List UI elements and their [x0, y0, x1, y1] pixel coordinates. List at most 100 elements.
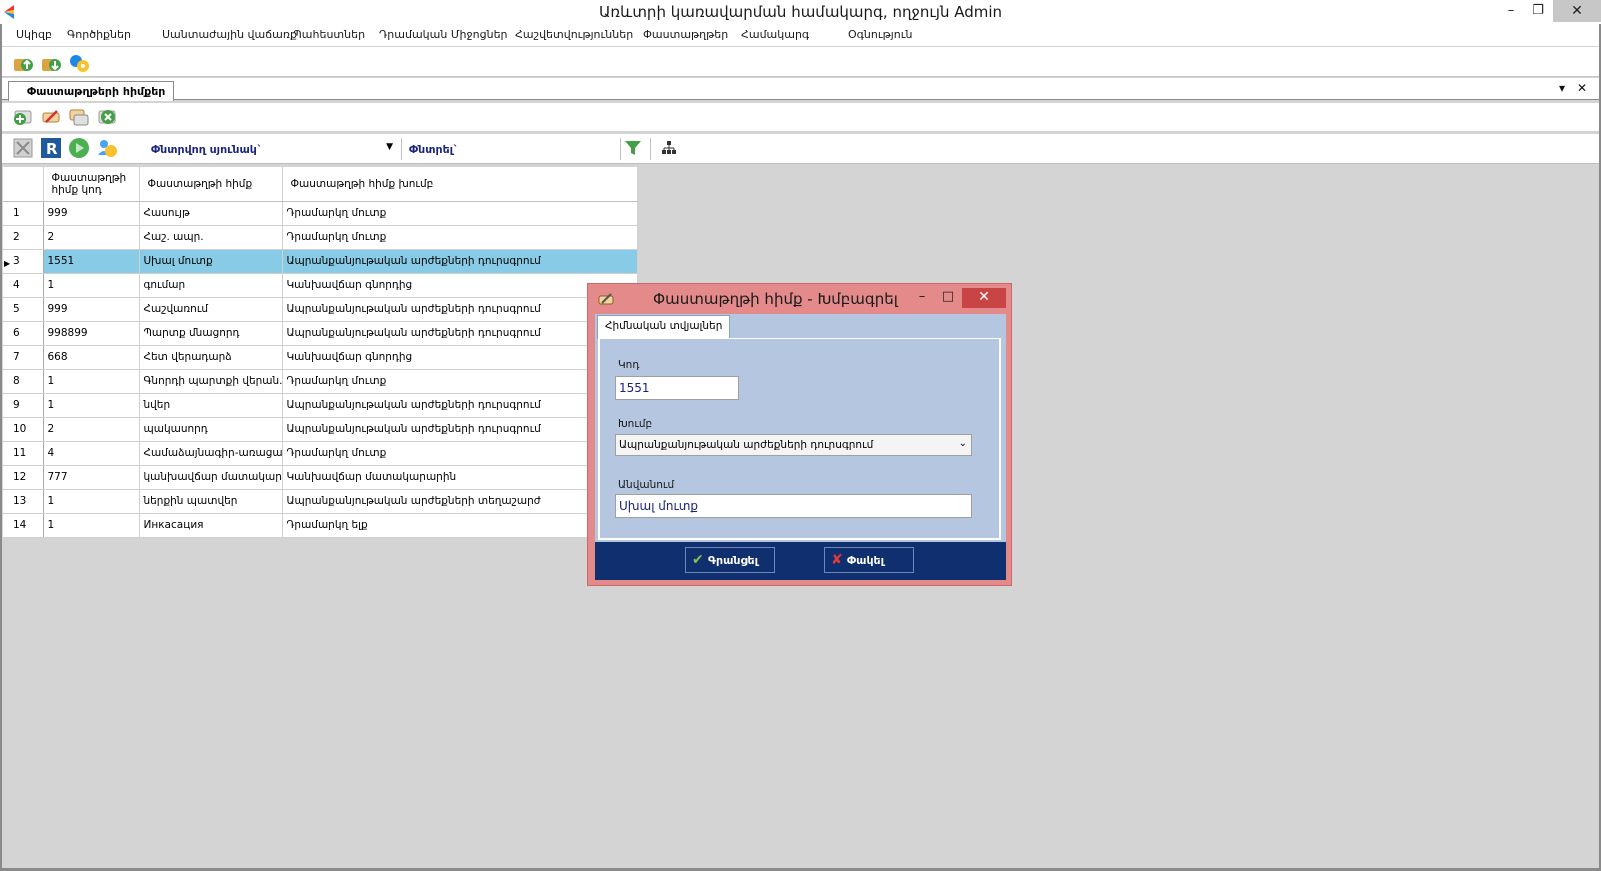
table-row[interactable]: 2 2 Հաշ. ապր. Դրամարկղ մուտք — [3, 225, 638, 250]
code-cell[interactable]: 1 — [43, 513, 140, 538]
menu-documents[interactable]: Փաստաթղթեր — [643, 28, 728, 41]
table-row[interactable]: 11 4 Համաձայնագիր-առացա... Դրամարկղ մուտք — [3, 441, 638, 466]
code-cell[interactable]: 999 — [43, 201, 140, 226]
row-number-cell[interactable]: 11 — [3, 441, 44, 466]
name-cell[interactable]: պակասորդ — [139, 417, 283, 442]
row-number-cell[interactable]: 9 — [3, 393, 44, 418]
name-cell[interactable]: Հետ վերադարձ — [139, 345, 283, 370]
column-header-group[interactable]: Փաստաթղթի հիմք խումբ — [282, 167, 638, 202]
group-cell[interactable]: Ապրանքանյութական արժեքների դուրսգրում — [282, 321, 638, 346]
menu-cash[interactable]: Դրամական Միջոցներ — [379, 28, 508, 41]
export-excel-icon[interactable] — [12, 137, 34, 159]
report-icon[interactable]: R — [40, 137, 62, 159]
code-cell[interactable]: 1 — [43, 393, 140, 418]
table-row[interactable]: 8 1 Գնորդի պարտքի վերան... Դրամարկղ մուտք — [3, 369, 638, 394]
name-cell[interactable]: ներքին պատվեր — [139, 489, 283, 514]
menu-reports[interactable]: Հաշվետվություններ — [515, 28, 633, 41]
row-number-cell[interactable]: 13 — [3, 489, 44, 514]
name-cell[interactable]: գումար — [139, 273, 283, 298]
table-row[interactable]: 14 1 Инкасация Դրամարկղ ելք — [3, 513, 638, 538]
restore-button[interactable]: ❐ — [1523, 0, 1553, 22]
name-cell[interactable]: Համաձայնագիր-առացա... — [139, 441, 283, 466]
dialog-close-button[interactable]: ✕ — [962, 288, 1006, 308]
copy-icon[interactable] — [68, 106, 90, 128]
group-cell[interactable]: Ապրանքանյութական արժեքների դուրսգրում — [282, 393, 638, 418]
code-cell[interactable]: 668 — [43, 345, 140, 370]
name-cell[interactable]: նվեր — [139, 393, 283, 418]
group-cell[interactable]: Ապրանքանյութական արժեքների դուրսգրում — [282, 417, 638, 442]
table-row[interactable]: 1 999 Հասույթ Դրամարկղ մուտք — [3, 201, 638, 226]
tab-document-bases[interactable]: Փաստաթղթերի հիմքեր — [8, 81, 174, 101]
group-cell[interactable]: Ապրանքանյութական արժեքների տեղաշարժ — [282, 489, 638, 514]
table-row[interactable]: 6 998899 Պարտք մնացորդ Ապրանքանյութական արժ… — [3, 321, 638, 346]
table-row[interactable]: 9 1 նվեր Ապրանքանյութական արժեքների դուրսգր… — [3, 393, 638, 418]
row-number-cell[interactable]: ▶ 3 — [3, 249, 44, 274]
users-icon[interactable] — [96, 137, 118, 159]
name-cell[interactable]: Գնորդի պարտքի վերան... — [139, 369, 283, 394]
group-cell[interactable]: Ապրանքանյութական արժեքների դուրսգրում — [282, 297, 638, 322]
table-row[interactable]: 13 1 ներքին պատվեր Ապրանքանյութական արժեքնե… — [3, 489, 638, 514]
filter-icon[interactable] — [624, 139, 642, 157]
row-number-cell[interactable]: 10 — [3, 417, 44, 442]
menu-sales[interactable]: Սանտաժային վաճառք — [162, 28, 297, 41]
row-number-cell[interactable]: 1 — [3, 201, 44, 226]
row-number-cell[interactable]: 14 — [3, 513, 44, 538]
menu-start[interactable]: Սկիզբ — [16, 28, 52, 41]
name-cell[interactable]: Հաշվառում — [139, 297, 283, 322]
settings-icon[interactable] — [68, 51, 90, 73]
code-cell[interactable]: 1 — [43, 489, 140, 514]
group-cell[interactable]: Ապրանքանյութական արժեքների դուրսգրում — [282, 249, 638, 274]
refresh-icon[interactable] — [68, 137, 90, 159]
name-cell[interactable]: կանխավճար մատակար... — [139, 465, 283, 490]
download-icon[interactable] — [40, 51, 62, 73]
group-cell[interactable]: Կանխավճար գնորդից — [282, 273, 638, 298]
table-row[interactable]: 4 1 գումար Կանխավճար գնորդից — [3, 273, 638, 298]
row-number-cell[interactable]: 2 — [3, 225, 44, 250]
name-cell[interactable]: Инкасация — [139, 513, 283, 538]
search-input[interactable] — [463, 139, 615, 159]
code-cell[interactable]: 1 — [43, 273, 140, 298]
cancel-button[interactable]: ✘ Փակել — [824, 547, 914, 573]
menu-tools[interactable]: Գործիքներ — [67, 28, 131, 41]
name-cell[interactable]: Հաշ. ապր. — [139, 225, 283, 250]
dialog-maximize-button[interactable]: □ — [935, 288, 961, 308]
row-number-cell[interactable]: 4 — [3, 273, 44, 298]
group-cell[interactable]: Դրամարկղ մուտք — [282, 225, 638, 250]
code-cell[interactable]: 998899 — [43, 321, 140, 346]
code-cell[interactable]: 2 — [43, 225, 140, 250]
table-row[interactable]: ▶ 3 1551 Սխալ մուտք Ապրանքանյութական արժեքնե… — [3, 249, 638, 274]
edit-icon[interactable] — [40, 106, 62, 128]
group-cell[interactable]: Դրամարկղ մուտք — [282, 201, 638, 226]
row-number-cell[interactable]: 5 — [3, 297, 44, 322]
code-cell[interactable]: 999 — [43, 297, 140, 322]
group-cell[interactable]: Դրամարկղ մուտք — [282, 441, 638, 466]
group-cell[interactable]: Դրամարկղ ելք — [282, 513, 638, 538]
code-cell[interactable]: 1551 — [43, 249, 140, 274]
menu-help[interactable]: Օգնություն — [848, 28, 912, 41]
save-button[interactable]: ✔ Գրանցել — [685, 547, 775, 573]
row-number-cell[interactable]: 8 — [3, 369, 44, 394]
name-cell[interactable]: Պարտք մնացորդ — [139, 321, 283, 346]
row-number-cell[interactable]: 7 — [3, 345, 44, 370]
name-cell[interactable]: Հասույթ — [139, 201, 283, 226]
code-cell[interactable]: 2 — [43, 417, 140, 442]
delete-icon[interactable] — [96, 106, 118, 128]
table-row[interactable]: 5 999 Հաշվառում Ապրանքանյութական արժեքների … — [3, 297, 638, 322]
tab-list-dropdown-icon[interactable]: ▾ — [1559, 81, 1565, 95]
group-cell[interactable]: Դրամարկղ մուտք — [282, 369, 638, 394]
menu-warehouses[interactable]: Պահեստներ — [293, 28, 365, 41]
row-number-cell[interactable]: 12 — [3, 465, 44, 490]
dialog-minimize-button[interactable]: – — [909, 288, 935, 308]
name-field[interactable]: Սխալ մուտք — [615, 494, 972, 518]
code-cell[interactable]: 4 — [43, 441, 140, 466]
table-row[interactable]: 10 2 պակասորդ Ապրանքանյութական արժեքների դո… — [3, 417, 638, 442]
close-tab-icon[interactable]: ✕ — [1577, 81, 1587, 95]
row-number-cell[interactable]: 6 — [3, 321, 44, 346]
column-header-code[interactable]: Փաստաթղթի հիմք կոդ — [43, 167, 140, 202]
table-row[interactable]: 7 668 Հետ վերադարձ Կանխավճար գնորդից — [3, 345, 638, 370]
hierarchy-icon[interactable] — [660, 139, 678, 157]
code-cell[interactable]: 777 — [43, 465, 140, 490]
group-select[interactable]: Ապրանքանյութական արժեքների դուրսգրում ⌄ — [615, 434, 972, 456]
upload-icon[interactable] — [12, 51, 34, 73]
code-field[interactable]: 1551 — [615, 376, 739, 400]
